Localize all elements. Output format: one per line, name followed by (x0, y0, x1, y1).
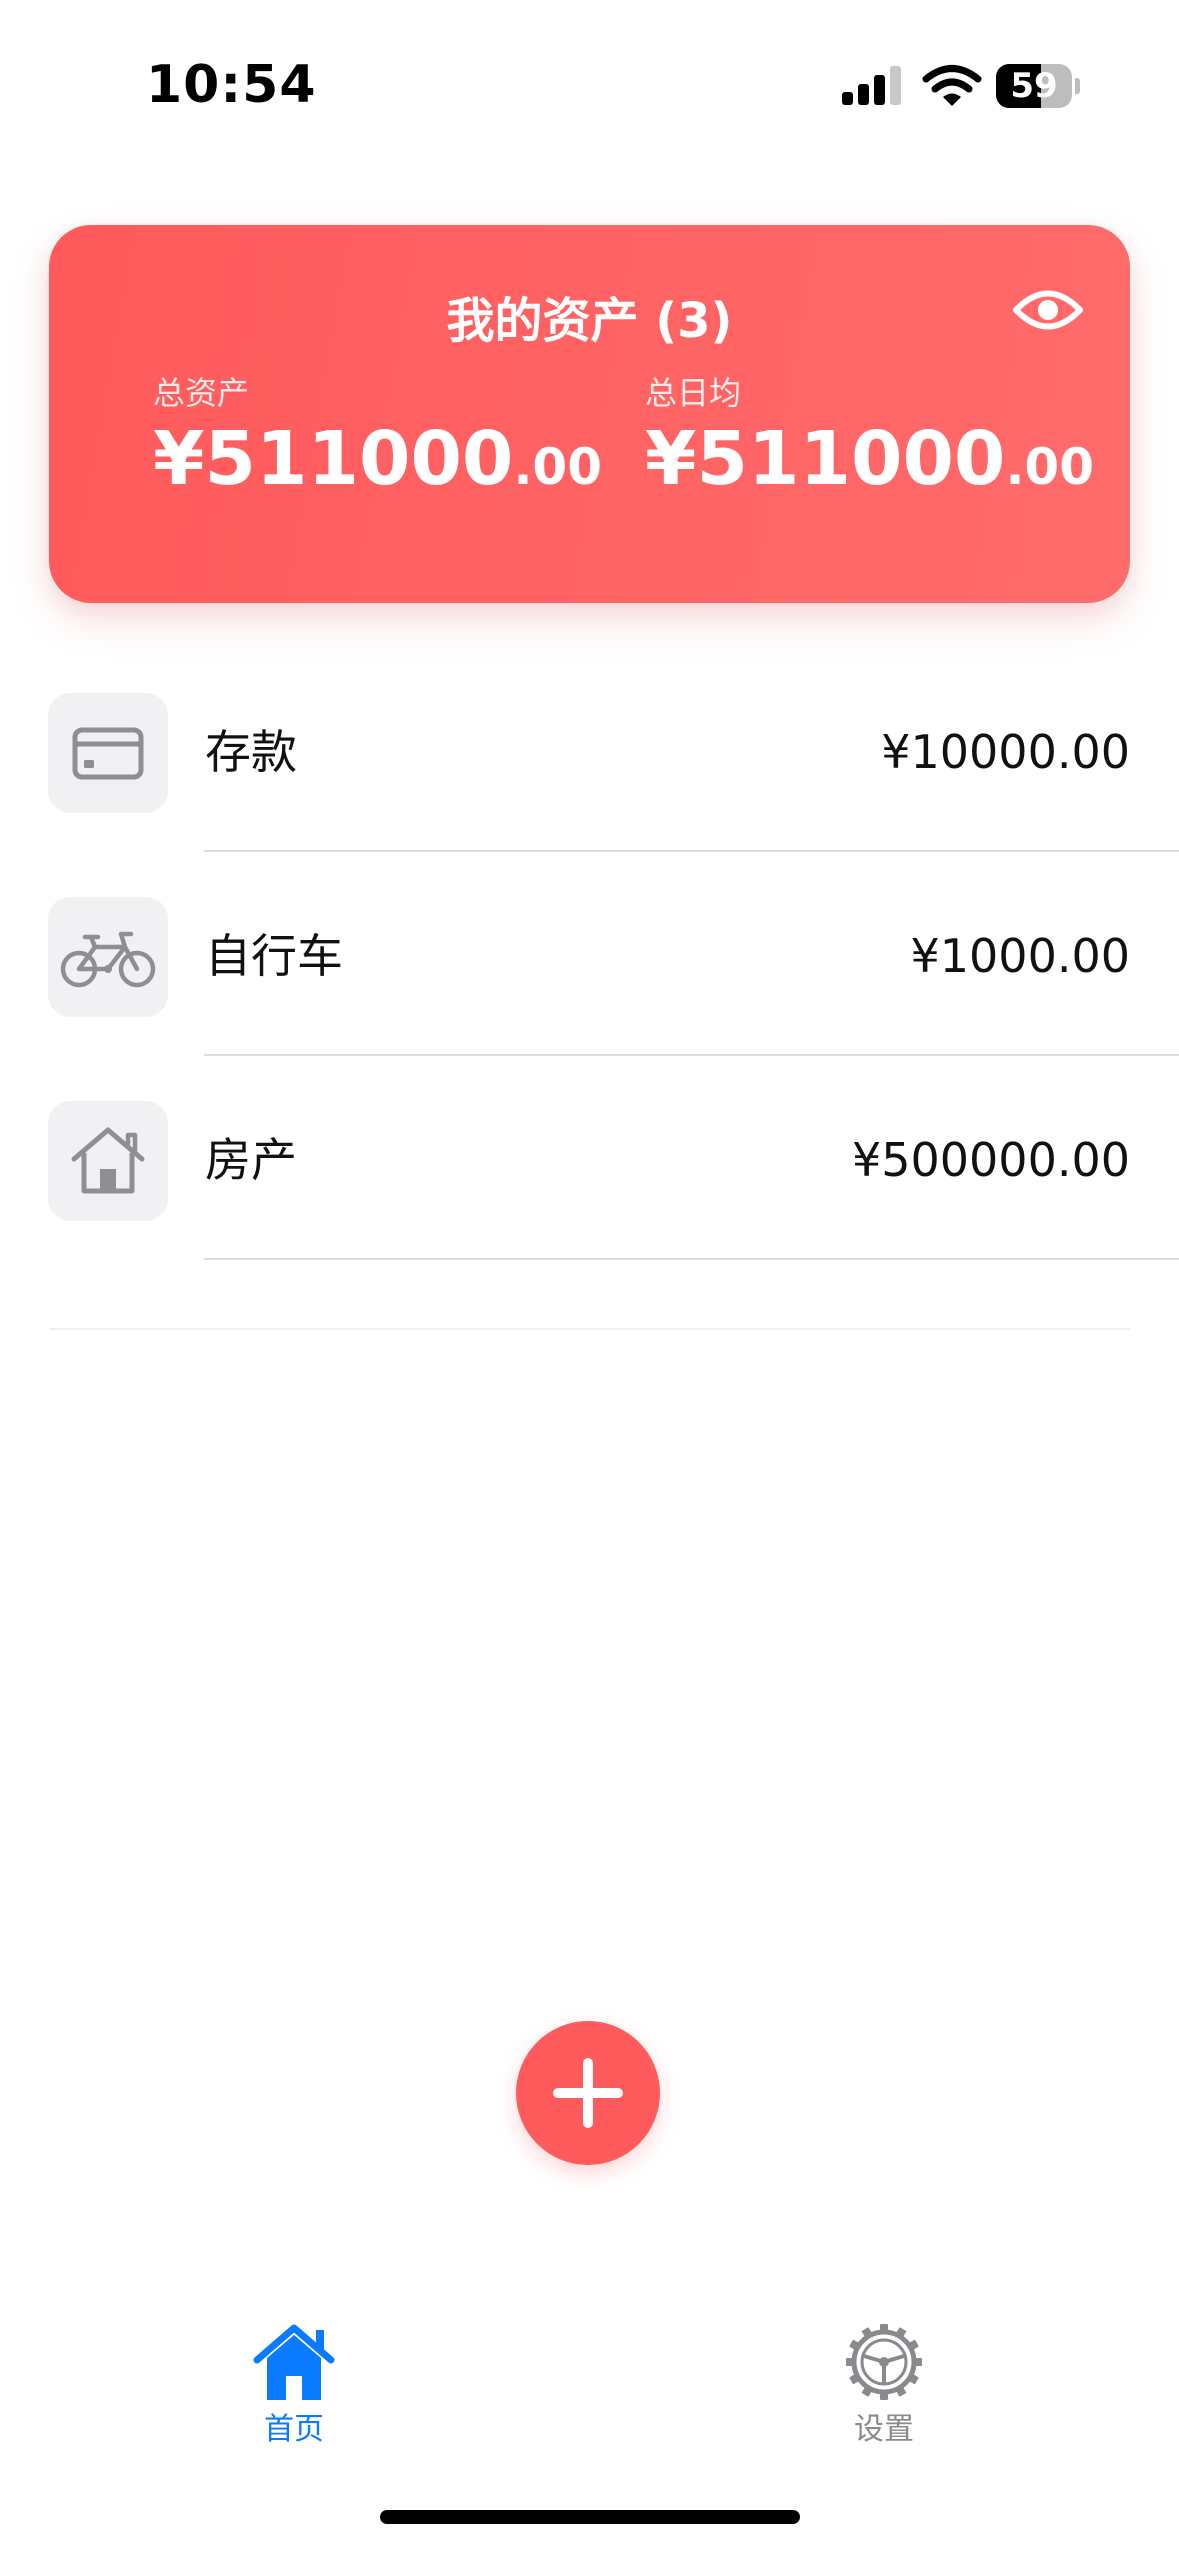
plus-icon (553, 2058, 623, 2128)
daily-average-decimals: .00 (1005, 438, 1095, 496)
tab-settings[interactable]: 设置 (784, 2320, 984, 2470)
asset-name: 房产 (205, 1133, 297, 1187)
tab-home-label: 首页 (264, 2412, 324, 2447)
status-bar: 10:54 59 (0, 0, 1179, 170)
list-item-property[interactable]: 房产 ¥500000.00 (0, 1056, 1179, 1260)
house-fill-icon (253, 2324, 335, 2400)
bicycle-icon (48, 897, 168, 1017)
credit-card-icon (48, 693, 168, 813)
daily-average-amount: ¥511000 (645, 416, 1006, 502)
total-assets-value: ¥511000.00 (153, 415, 602, 511)
tab-bar: 首页 设置 (0, 2300, 1179, 2500)
asset-name: 自行车 (205, 929, 343, 983)
daily-average-value: ¥511000.00 (645, 415, 1094, 511)
tab-settings-label: 设置 (854, 2412, 914, 2447)
list-end-divider (49, 1328, 1130, 1330)
total-assets-label: 总资产 (153, 374, 250, 412)
house-icon (48, 1101, 168, 1221)
daily-average-label: 总日均 (645, 374, 742, 412)
list-item-deposit[interactable]: 存款 ¥10000.00 (0, 648, 1179, 852)
asset-value: ¥1000.00 (910, 929, 1131, 983)
total-assets: 总资产 ¥511000.00 (153, 373, 602, 511)
list-item-bicycle[interactable]: 自行车 ¥1000.00 (0, 852, 1179, 1056)
total-assets-amount: ¥511000 (153, 416, 514, 502)
divider (204, 1258, 1179, 1260)
eye-icon[interactable] (1012, 285, 1084, 335)
signal-icon (842, 66, 901, 105)
tab-home[interactable]: 首页 (194, 2320, 394, 2470)
card-title: 我的资产 (3) (446, 293, 733, 349)
gear-icon (846, 2324, 922, 2400)
daily-average: 总日均 ¥511000.00 (645, 373, 1094, 511)
asset-name: 存款 (205, 725, 297, 779)
asset-list: 存款 ¥10000.00 自行车 ¥1000.00 房产 ¥500000.00 (0, 648, 1179, 1260)
wifi-icon (922, 65, 982, 106)
total-assets-decimals: .00 (513, 438, 603, 496)
asset-summary-card: 我的资产 (3) 总资产 ¥511000.00 总日均 ¥511000.00 (49, 225, 1130, 603)
status-time: 10:54 (146, 55, 317, 115)
add-asset-button[interactable] (516, 2021, 660, 2165)
battery-level: 59 (1010, 66, 1058, 106)
battery-icon: 59 (996, 64, 1080, 108)
asset-value: ¥500000.00 (851, 1133, 1130, 1187)
home-indicator (380, 2510, 800, 2524)
asset-value: ¥10000.00 (881, 725, 1130, 779)
